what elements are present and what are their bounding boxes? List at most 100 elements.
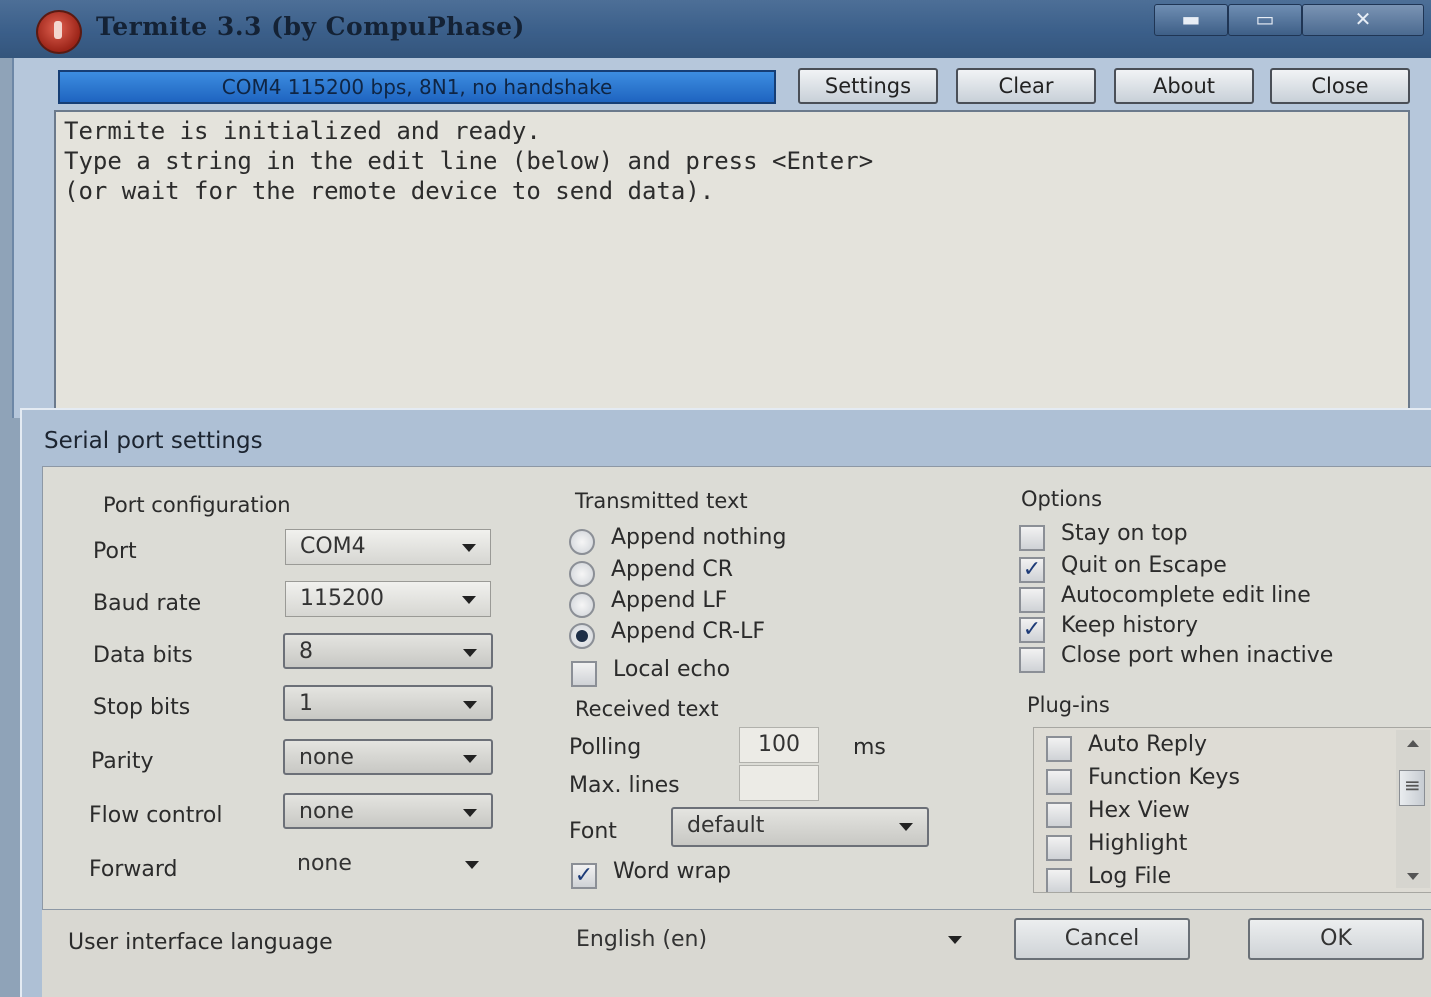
radio-label: Append CR-LF	[611, 619, 766, 644]
checkbox-icon	[1046, 835, 1072, 861]
scroll-thumb[interactable]	[1399, 770, 1425, 806]
data-bits-label: Data bits	[93, 643, 193, 668]
polling-label: Polling	[569, 735, 642, 760]
polling-input[interactable]: 100	[739, 727, 819, 763]
checkbox-label: Function Keys	[1088, 765, 1240, 790]
checkbox-icon	[1046, 769, 1072, 795]
dialog-title: Serial port settings	[44, 428, 263, 454]
baud-rate-select[interactable]: 115200	[285, 581, 491, 617]
close-button[interactable]: Close	[1270, 68, 1410, 104]
chevron-down-icon	[462, 596, 476, 604]
checkbox-label: Auto Reply	[1088, 732, 1208, 757]
max-lines-input[interactable]	[739, 765, 819, 801]
terminal-line: Type a string in the edit line (below) a…	[64, 147, 874, 175]
chevron-down-icon	[899, 823, 913, 831]
chevron-down-icon	[463, 809, 477, 817]
checkbox-icon	[1046, 868, 1072, 892]
checkbox-label: Log File	[1088, 864, 1172, 889]
dialog-footer: User interface language English (en) Can…	[42, 910, 1431, 997]
checkbox-label: Stay on top	[1061, 521, 1188, 546]
checkbox-label: Close port when inactive	[1061, 643, 1334, 668]
terminal-line: Termite is initialized and ready.	[64, 117, 541, 145]
checkbox-label: Keep history	[1061, 613, 1199, 638]
polling-unit: ms	[853, 735, 886, 760]
close-icon: ✕	[1354, 7, 1372, 31]
dialog-body: Port configuration Port COM4 Baud rate 1…	[42, 466, 1431, 910]
port-value: COM4	[300, 534, 366, 559]
checkbox-icon	[1046, 802, 1072, 828]
connection-status-bar[interactable]: COM4 115200 bps, 8N1, no handshake	[58, 70, 776, 104]
checkbox-icon	[1019, 647, 1045, 673]
max-lines-label: Max. lines	[569, 773, 680, 798]
forward-select[interactable]: none	[283, 847, 493, 883]
parity-select[interactable]: none	[283, 739, 493, 775]
port-configuration-title: Port configuration	[103, 493, 291, 517]
minimize-icon: ▬	[1181, 7, 1201, 31]
maximize-button[interactable]: ▭	[1228, 4, 1302, 36]
radio-selected-icon	[569, 623, 595, 649]
radio-icon	[569, 529, 595, 555]
language-select[interactable]: English (en)	[562, 918, 976, 962]
flow-control-value: none	[299, 799, 354, 824]
chevron-down-icon	[948, 936, 962, 944]
baud-rate-value: 115200	[300, 586, 384, 611]
terminal-line: (or wait for the remote device to send d…	[64, 177, 715, 205]
checkbox-icon	[571, 661, 597, 687]
chevron-down-icon	[465, 861, 479, 869]
radio-icon	[569, 592, 595, 618]
parity-label: Parity	[91, 749, 154, 774]
checkbox-label: Word wrap	[613, 859, 732, 884]
data-bits-value: 8	[299, 639, 313, 664]
chevron-down-icon	[463, 649, 477, 657]
chevron-down-icon	[462, 544, 476, 552]
flow-control-select[interactable]: none	[283, 793, 493, 829]
port-label: Port	[93, 539, 137, 564]
checkbox-icon	[1046, 736, 1072, 762]
cancel-button[interactable]: Cancel	[1014, 918, 1190, 960]
chevron-down-icon	[463, 755, 477, 763]
plugins-scrollbar[interactable]	[1396, 730, 1430, 888]
stop-bits-label: Stop bits	[93, 695, 191, 720]
forward-label: Forward	[89, 857, 178, 882]
parity-value: none	[299, 745, 354, 770]
checkbox-icon	[1019, 525, 1045, 551]
checkbox-icon	[1019, 587, 1045, 613]
terminal-output[interactable]: Termite is initialized and ready. Type a…	[54, 110, 1410, 410]
forward-value: none	[297, 851, 352, 876]
settings-button[interactable]: Settings	[798, 68, 938, 104]
checkbox-label: Autocomplete edit line	[1061, 583, 1311, 608]
received-text-title: Received text	[575, 697, 719, 721]
chevron-down-icon	[463, 701, 477, 709]
checkbox-checked-icon: ✓	[1019, 617, 1045, 643]
clear-button[interactable]: Clear	[956, 68, 1096, 104]
radio-icon	[569, 561, 595, 587]
data-bits-select[interactable]: 8	[283, 633, 493, 669]
plugins-list[interactable]: Auto Reply Function Keys Hex View Highli…	[1033, 727, 1431, 893]
flow-control-label: Flow control	[89, 803, 223, 828]
scroll-up-arrow-icon[interactable]	[1407, 740, 1419, 747]
maximize-icon: ▭	[1255, 7, 1275, 31]
radio-label: Append CR	[611, 557, 734, 582]
port-select[interactable]: COM4	[285, 529, 491, 565]
about-button[interactable]: About	[1114, 68, 1254, 104]
font-select[interactable]: default	[671, 807, 929, 847]
checkbox-checked-icon: ✓	[571, 863, 597, 889]
window-close-button[interactable]: ✕	[1302, 4, 1424, 36]
font-value: default	[687, 813, 765, 838]
stop-bits-select[interactable]: 1	[283, 685, 493, 721]
radio-label: Append LF	[611, 588, 728, 613]
main-window-body: COM4 115200 bps, 8N1, no handshake Setti…	[12, 58, 1431, 418]
termite-app-icon[interactable]	[36, 10, 82, 54]
stop-bits-value: 1	[299, 691, 313, 716]
plugins-title: Plug-ins	[1027, 693, 1110, 717]
scroll-down-arrow-icon[interactable]	[1407, 873, 1419, 880]
font-label: Font	[569, 819, 617, 844]
language-value: English (en)	[576, 927, 708, 952]
title-bar: Termite 3.3 (by CompuPhase) ▬ ▭ ✕	[0, 0, 1431, 58]
window-title: Termite 3.3 (by CompuPhase)	[96, 12, 525, 41]
minimize-button[interactable]: ▬	[1154, 4, 1228, 36]
ok-button[interactable]: OK	[1248, 918, 1424, 960]
language-label: User interface language	[68, 930, 333, 955]
checkbox-label: Hex View	[1088, 798, 1190, 823]
checkbox-label: Highlight	[1088, 831, 1188, 856]
